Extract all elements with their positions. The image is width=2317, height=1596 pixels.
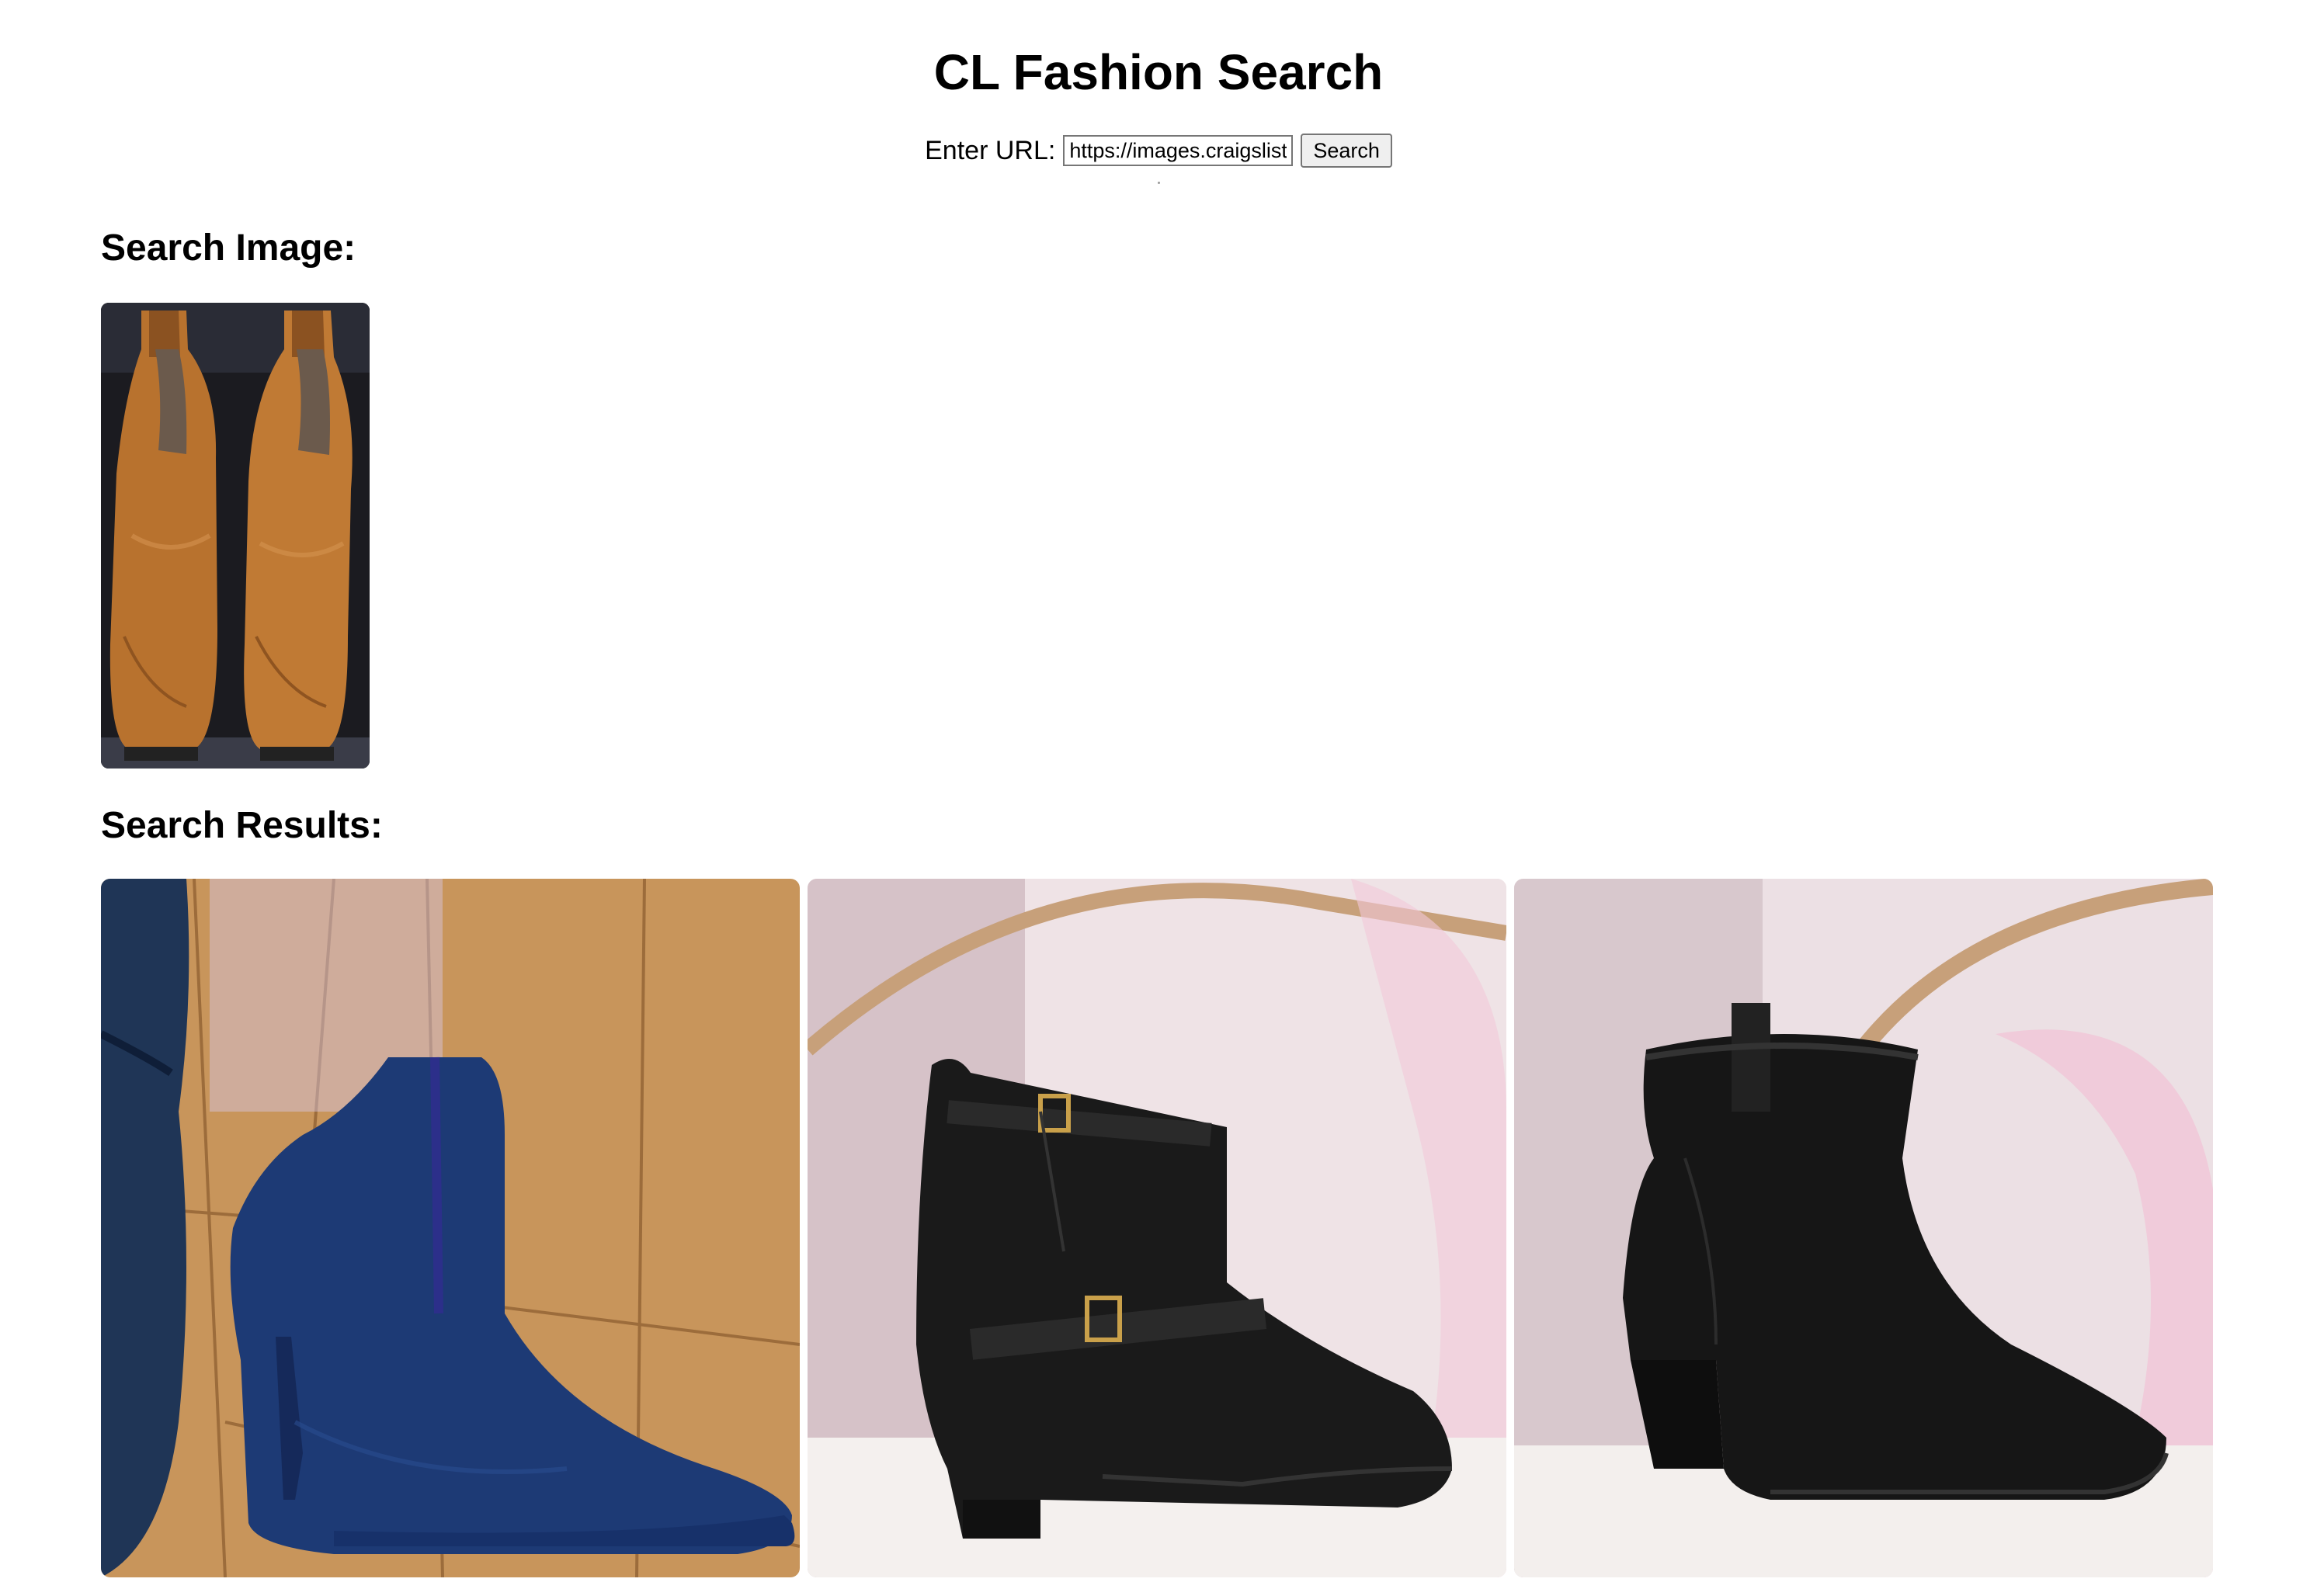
search-button[interactable]: Search — [1301, 134, 1392, 168]
result-card-1[interactable] — [101, 879, 800, 1577]
url-label: Enter URL: — [925, 135, 1056, 165]
query-image — [101, 303, 370, 769]
search-results-heading: Search Results: — [101, 805, 383, 846]
search-image-heading: Search Image: — [101, 227, 356, 269]
blue-heel-boot-icon — [101, 879, 800, 1577]
result-card-3[interactable] — [1514, 879, 2213, 1577]
black-buckle-boot-icon — [808, 879, 1506, 1577]
black-block-heel-boot-icon — [1514, 879, 2213, 1577]
result-card-2[interactable] — [808, 879, 1506, 1577]
search-form: Enter URL: Search — [0, 134, 2317, 168]
loading-indicator — [1158, 182, 1160, 184]
url-input[interactable] — [1063, 135, 1294, 166]
page-title: CL Fashion Search — [933, 44, 1384, 100]
tan-boots-icon — [101, 303, 370, 769]
